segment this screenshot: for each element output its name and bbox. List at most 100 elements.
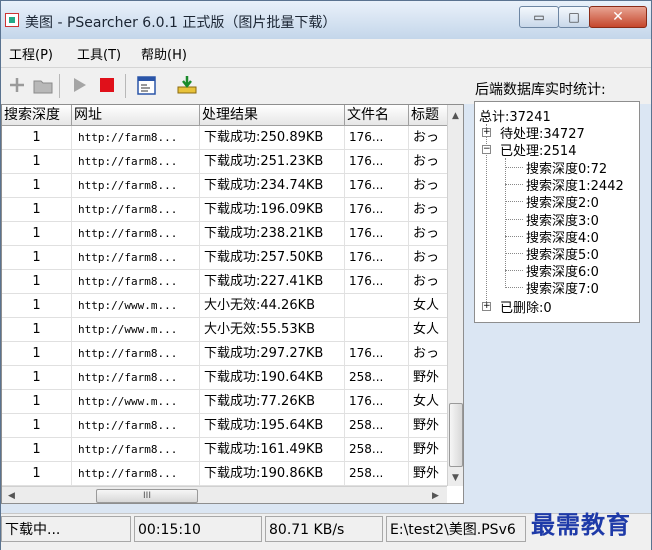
stop-icon[interactable]	[95, 73, 119, 97]
collapse-icon[interactable]: −	[482, 145, 491, 154]
cell-result: 下载成功:196.09KB	[200, 198, 345, 221]
table-row[interactable]: 1 http://farm8... 下载成功:251.23KB 176... おっ	[2, 150, 447, 174]
cell-depth: 1	[2, 126, 72, 149]
table-row[interactable]: 1 http://farm8... 下载成功:297.27KB 176... おっ	[2, 342, 447, 366]
properties-icon[interactable]	[135, 73, 159, 97]
menu-help[interactable]: 帮助(H)	[141, 44, 187, 63]
cell-depth: 1	[2, 150, 72, 173]
tree-node-deleted[interactable]: 已删除:0	[500, 297, 552, 316]
download-table: 搜索深度 网址 处理结果 文件名 标题 1 http://farm8... 下载成功…	[1, 104, 464, 504]
tree-node-depth[interactable]: 搜索深度7:0	[526, 278, 599, 297]
scroll-down-icon[interactable]: ▼	[452, 473, 459, 483]
app-window: 美图 - PSearcher 6.0.1 正式版（图片批量下载） ▭ □ ✕ 工…	[0, 0, 652, 550]
vertical-scrollbar[interactable]: ▲ ▼	[447, 105, 463, 486]
watermark-logo: 最需教育	[531, 510, 631, 539]
open-folder-icon[interactable]	[31, 73, 55, 97]
tree-node-depth[interactable]: 搜索深度6:0	[526, 261, 599, 280]
cell-filename: 258...	[345, 462, 409, 485]
cell-title: 女人	[413, 322, 440, 337]
column-header-url[interactable]: 网址	[72, 105, 200, 125]
vertical-scroll-thumb[interactable]	[449, 403, 463, 467]
expand-icon[interactable]: +	[482, 128, 491, 137]
cell-filename: 176...	[345, 150, 409, 173]
cell-url: http://farm8...	[72, 270, 200, 293]
menu-bar: 工程(P) 工具(T) 帮助(H)	[1, 39, 651, 68]
table-row[interactable]: 1 http://farm8... 下载成功:227.41KB 176... おっ	[2, 270, 447, 294]
cell-filename: 258...	[345, 366, 409, 389]
cell-title: 女人	[413, 394, 440, 409]
cell-depth: 1	[2, 318, 72, 341]
status-elapsed-time: 00:15:10	[134, 516, 262, 542]
tree-node-depth[interactable]: 搜索深度0:72	[526, 158, 607, 177]
close-button[interactable]: ✕	[589, 6, 647, 28]
expand-icon[interactable]: +	[482, 302, 491, 311]
cell-url: http://www.m...	[72, 318, 200, 341]
status-project-path: E:\test2\美图.PSv6	[386, 516, 526, 542]
tree-node-depth[interactable]: 搜索深度5:0	[526, 244, 599, 263]
tree-line	[505, 201, 523, 203]
cell-url: http://farm8...	[72, 414, 200, 437]
cell-result: 大小无效:55.53KB	[200, 318, 345, 341]
cell-depth: 1	[2, 174, 72, 197]
status-state: 下载中...	[1, 516, 131, 542]
table-row[interactable]: 1 http://farm8... 下载成功:234.74KB 176... おっ	[2, 174, 447, 198]
table-row[interactable]: 1 http://farm8... 下载成功:190.86KB 258... 野外	[2, 462, 447, 486]
table-row[interactable]: 1 http://www.m... 下载成功:77.26KB 176... 女人	[2, 390, 447, 414]
toolbar-separator	[125, 74, 126, 98]
tree-line	[505, 270, 523, 272]
cell-depth: 1	[2, 438, 72, 461]
tree-node-depth[interactable]: 搜索深度4:0	[526, 227, 599, 246]
cell-result: 下载成功:234.74KB	[200, 174, 345, 197]
cell-depth: 1	[2, 294, 72, 317]
table-row[interactable]: 1 http://www.m... 大小无效:55.53KB 女人	[2, 318, 447, 342]
menu-project[interactable]: 工程(P)	[9, 44, 53, 63]
toolbar-separator	[59, 74, 60, 98]
maximize-button[interactable]: □	[558, 6, 590, 28]
app-icon	[5, 13, 19, 27]
table-row[interactable]: 1 http://farm8... 下载成功:190.64KB 258... 野外	[2, 366, 447, 390]
cell-title: おっ	[413, 178, 440, 193]
table-row[interactable]: 1 http://farm8... 下载成功:238.21KB 176... おっ	[2, 222, 447, 246]
cell-filename: 176...	[345, 390, 409, 413]
table-row[interactable]: 1 http://farm8... 下载成功:195.64KB 258... 野外	[2, 414, 447, 438]
column-header-depth[interactable]: 搜索深度	[2, 105, 72, 125]
add-icon[interactable]	[5, 73, 29, 97]
cell-url: http://farm8...	[72, 174, 200, 197]
table-row[interactable]: 1 http://farm8... 下载成功:250.89KB 176... おっ	[2, 126, 447, 150]
horizontal-scrollbar[interactable]: ◀ III ▶	[2, 486, 447, 503]
play-icon[interactable]	[67, 73, 91, 97]
column-header-filename[interactable]: 文件名	[345, 105, 409, 125]
table-row[interactable]: 1 http://farm8... 下载成功:196.09KB 176... おっ	[2, 198, 447, 222]
tree-node-depth[interactable]: 搜索深度1:2442	[526, 175, 624, 194]
column-header-title[interactable]: 标题	[409, 105, 447, 125]
cell-depth: 1	[2, 198, 72, 221]
download-icon[interactable]	[175, 73, 199, 97]
cell-result: 下载成功:190.64KB	[200, 366, 345, 389]
cell-depth: 1	[2, 270, 72, 293]
title-bar[interactable]: 美图 - PSearcher 6.0.1 正式版（图片批量下载） ▭ □ ✕	[1, 1, 651, 39]
tree-node-depth[interactable]: 搜索深度2:0	[526, 192, 599, 211]
cell-url: http://www.m...	[72, 294, 200, 317]
cell-filename: 176...	[345, 198, 409, 221]
tree-node-depth[interactable]: 搜索深度3:0	[526, 210, 599, 229]
tree-node-processed[interactable]: 已处理:2514	[500, 140, 576, 159]
cell-title: 野外	[413, 466, 440, 481]
scroll-left-icon[interactable]: ◀	[8, 491, 15, 501]
tree-line	[505, 167, 523, 168]
cell-result: 大小无效:44.26KB	[200, 294, 345, 317]
cell-title: 女人	[413, 298, 440, 313]
cell-result: 下载成功:190.86KB	[200, 462, 345, 485]
cell-url: http://farm8...	[72, 126, 200, 149]
table-row[interactable]: 1 http://www.m... 大小无效:44.26KB 女人	[2, 294, 447, 318]
tree-line	[505, 184, 523, 186]
scroll-right-icon[interactable]: ▶	[432, 491, 439, 501]
column-header-result[interactable]: 处理结果	[200, 105, 345, 125]
minimize-button[interactable]: ▭	[519, 6, 559, 28]
scroll-up-icon[interactable]: ▲	[452, 111, 459, 121]
cell-url: http://farm8...	[72, 462, 200, 485]
menu-tools[interactable]: 工具(T)	[77, 44, 121, 63]
table-row[interactable]: 1 http://farm8... 下载成功:257.50KB 176... おっ	[2, 246, 447, 270]
horizontal-scroll-thumb[interactable]: III	[96, 489, 198, 503]
table-row[interactable]: 1 http://farm8... 下载成功:161.49KB 258... 野外	[2, 438, 447, 462]
cell-title: 野外	[413, 370, 440, 385]
